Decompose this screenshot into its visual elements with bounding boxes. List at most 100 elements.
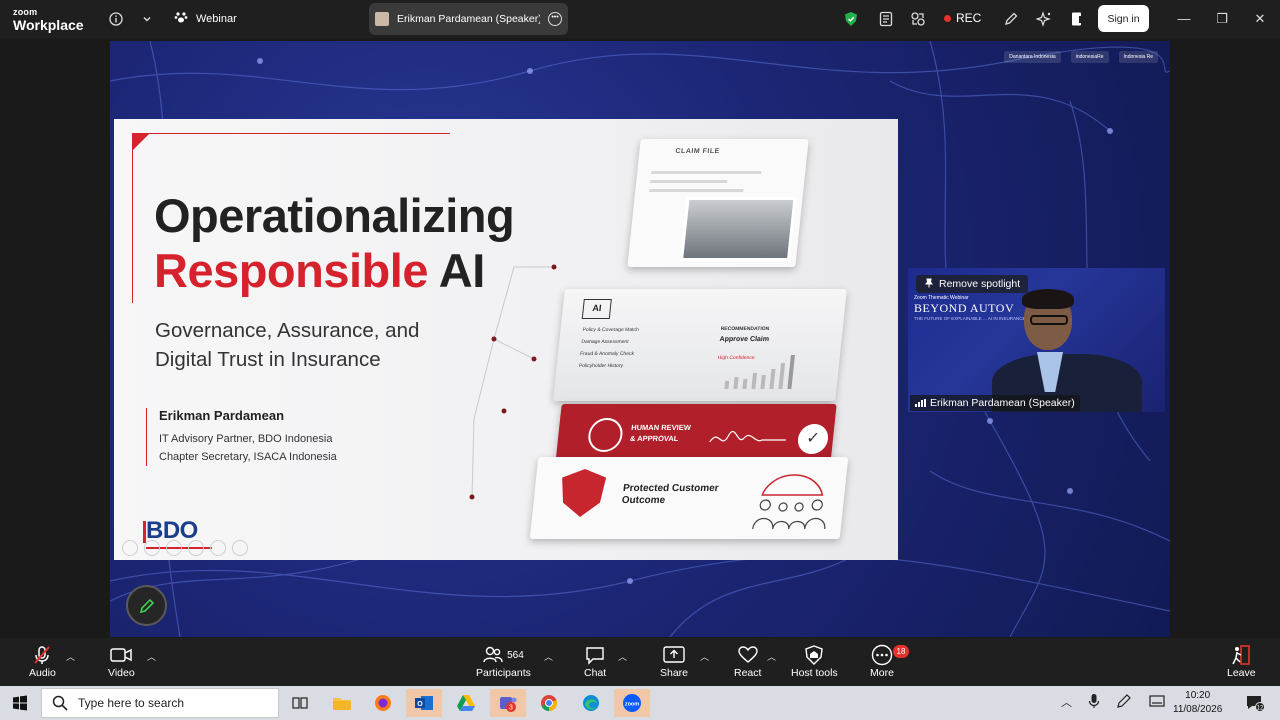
- taskbar-edge[interactable]: [573, 689, 609, 717]
- slide-corner-accent: [132, 133, 150, 151]
- presenter-block: Erikman Pardamean IT Advisory Partner, B…: [146, 408, 337, 466]
- zoom-app-icon: zoom: [623, 694, 641, 712]
- firefox-icon: [375, 695, 391, 711]
- svg-text:12: 12: [1257, 705, 1264, 711]
- pen-tool-icon[interactable]: [166, 540, 182, 556]
- react-button[interactable]: React: [734, 643, 761, 679]
- taskbar-clock[interactable]: 10:20 11/08/2026: [1173, 689, 1222, 717]
- speaker-name-label: Erikman Pardamean (Speaker): [910, 395, 1080, 411]
- video-button[interactable]: Video: [108, 643, 135, 679]
- audio-options-caret[interactable]: ︿: [66, 650, 75, 663]
- taskbar-file-explorer[interactable]: [324, 689, 360, 717]
- indonesia-re-logo: Indonesia Re: [1118, 51, 1158, 63]
- partner-logos: Danantara Indonesia indonesiaRe Indonesi…: [1004, 51, 1158, 63]
- close-button[interactable]: ✕: [1250, 9, 1270, 29]
- host-shield-icon: [805, 643, 824, 667]
- annotate-button[interactable]: [126, 585, 167, 626]
- taskbar-search-box[interactable]: Type here to search: [41, 688, 279, 718]
- teams-icon: 3: [500, 697, 517, 712]
- slide-more-icon[interactable]: [232, 540, 248, 556]
- video-options-caret[interactable]: ︿: [147, 650, 156, 663]
- taskbar-firefox[interactable]: [365, 689, 401, 717]
- apps-icon[interactable]: [908, 9, 928, 29]
- pen-tray-icon[interactable]: [1116, 693, 1132, 712]
- tray-overflow-icon[interactable]: ︿: [1061, 694, 1072, 710]
- participants-options-caret[interactable]: ︿: [544, 650, 553, 663]
- microphone-muted-icon: [31, 643, 53, 667]
- annotate-pen-icon[interactable]: [1001, 9, 1021, 29]
- taskbar-outlook[interactable]: O: [406, 689, 442, 717]
- signature-icon: [709, 430, 786, 443]
- speaker-figure: [990, 289, 1142, 412]
- shared-screen-tab[interactable]: Erikman Pardamean (Speaker)'s sc •••: [369, 3, 568, 35]
- taskbar-chrome[interactable]: [531, 689, 567, 717]
- slide-subtitle: Governance, Assurance, and Digital Trust…: [155, 319, 420, 371]
- windows-start-button[interactable]: [2, 689, 38, 717]
- next-slide-icon[interactable]: [144, 540, 160, 556]
- leave-button[interactable]: Leave: [1227, 643, 1256, 679]
- taskbar-zoom[interactable]: zoom: [614, 689, 650, 717]
- recording-indicator[interactable]: REC: [944, 11, 981, 25]
- windows-taskbar: Type here to search O 3 zoom ︿ 10:20 11/…: [0, 686, 1280, 720]
- share-button[interactable]: Share: [660, 643, 688, 679]
- ai-companion-icon[interactable]: [1034, 9, 1054, 29]
- keyboard-tray-icon[interactable]: [1149, 694, 1165, 711]
- participants-button[interactable]: 564 Participants: [476, 643, 531, 679]
- search-icon: [52, 695, 68, 711]
- heart-icon: [738, 643, 758, 667]
- more-options-icon[interactable]: •••: [548, 12, 562, 26]
- shield-lock-icon: [558, 469, 607, 517]
- indonesiare-logo: indonesiaRe: [1070, 51, 1109, 63]
- meeting-controls-bar: Audio ︿ Video ︿ 564 Participants ︿ Chat …: [0, 638, 1280, 686]
- taskbar-teams[interactable]: 3: [490, 689, 526, 717]
- slides-grid-icon[interactable]: [188, 540, 204, 556]
- microphone-tray-icon[interactable]: [1088, 693, 1100, 712]
- signal-strength-icon: [915, 399, 926, 407]
- notification-center-button[interactable]: 12: [1240, 689, 1270, 717]
- folder-icon: [333, 698, 351, 710]
- bar-graph-icon: [724, 355, 795, 389]
- paw-icon: [174, 10, 188, 27]
- audio-button[interactable]: Audio: [29, 643, 56, 679]
- slide-accent-line-vertical: [132, 133, 133, 303]
- pencil-icon: [139, 598, 154, 613]
- protected-outcome-card: Protected Customer Outcome: [529, 457, 849, 539]
- shared-screen-title: Erikman Pardamean (Speaker)'s sc: [397, 13, 540, 25]
- info-icon[interactable]: [106, 9, 126, 29]
- chat-options-caret[interactable]: ︿: [618, 650, 627, 663]
- minimize-button[interactable]: —: [1174, 9, 1194, 29]
- more-button[interactable]: More: [870, 643, 894, 679]
- device-icon[interactable]: [1067, 9, 1087, 29]
- prev-slide-icon[interactable]: [122, 540, 138, 556]
- svg-text:O: O: [417, 701, 423, 708]
- remove-spotlight-button[interactable]: Remove spotlight: [916, 275, 1029, 293]
- claim-file-card: CLAIM FILE: [627, 139, 809, 267]
- chrome-icon: [541, 695, 558, 712]
- checkmark-icon: ✓: [796, 424, 830, 454]
- speaker-video-tile[interactable]: Zoom Thematic Webinar BEYOND AUTOV THE F…: [908, 268, 1165, 412]
- security-shield-icon[interactable]: [841, 9, 861, 29]
- leave-door-icon: [1231, 643, 1251, 667]
- restore-button[interactable]: ❐: [1212, 9, 1232, 29]
- video-camera-icon: [110, 643, 133, 667]
- host-tools-button[interactable]: Host tools: [791, 643, 838, 679]
- google-drive-icon: [457, 695, 475, 711]
- slide-navigation-controls[interactable]: [122, 540, 248, 556]
- edge-icon: [583, 695, 599, 711]
- ai-assessment-card: AI Policy & Coverage Match Damage Assess…: [553, 289, 847, 401]
- family-umbrella-icon: [752, 474, 826, 530]
- zoom-workplace-logo: zoom Workplace: [13, 7, 84, 33]
- chevron-down-icon[interactable]: [137, 9, 157, 29]
- taskbar-google-drive[interactable]: [448, 689, 484, 717]
- sign-in-button[interactable]: Sign in: [1098, 5, 1149, 32]
- danantara-logo: Danantara Indonesia: [1004, 51, 1061, 63]
- chat-button[interactable]: Chat: [584, 643, 606, 679]
- webinar-label: Webinar: [196, 12, 237, 25]
- task-view-button[interactable]: [282, 689, 318, 717]
- participants-icon: [483, 645, 503, 666]
- zoom-slide-icon[interactable]: [210, 540, 226, 556]
- notes-icon[interactable]: [876, 9, 896, 29]
- react-options-caret[interactable]: ︿: [767, 650, 776, 663]
- notification-icon: 12: [1247, 696, 1265, 712]
- share-options-caret[interactable]: ︿: [700, 650, 709, 663]
